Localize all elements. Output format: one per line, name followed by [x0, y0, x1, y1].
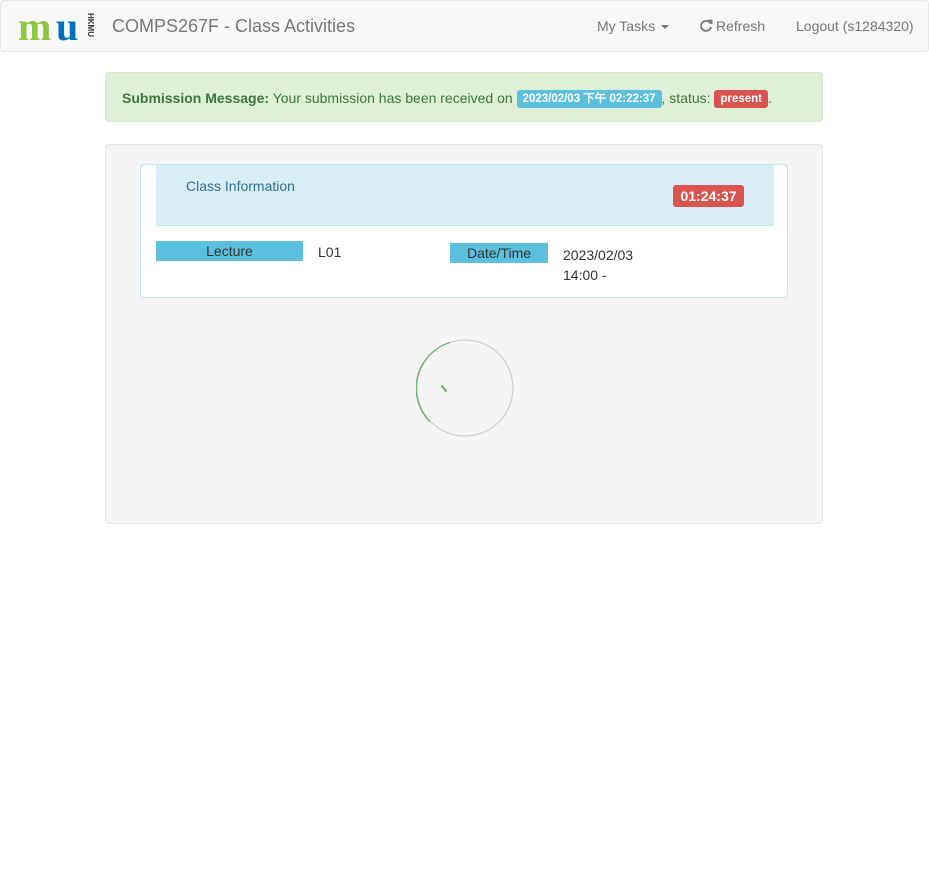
loading-spinner-icon	[416, 339, 514, 437]
refresh-link[interactable]: Refresh	[699, 18, 765, 34]
caret-down-icon	[661, 25, 670, 30]
logo-hkmu-text: HKMU	[86, 13, 95, 37]
status-badge: present	[714, 90, 768, 108]
logo-m: m	[18, 9, 51, 45]
logout-link[interactable]: Logout (s1284320)	[796, 18, 914, 34]
alert-text: Your submission has been received on	[272, 90, 513, 106]
refresh-icon	[700, 19, 713, 32]
countdown-timer: 01:24:37	[673, 185, 744, 207]
date-value: 2023/02/03	[563, 247, 634, 263]
lecture-value: L01	[318, 244, 342, 260]
status-prefix: , status:	[661, 90, 711, 106]
refresh-label: Refresh	[716, 18, 766, 34]
datetime-label: Date/Time	[450, 243, 548, 263]
datetime-value: 2023/02/03 14:00 -	[563, 245, 633, 285]
alert-heading: Submission Message:	[122, 90, 270, 106]
submission-timestamp-badge: 2023/02/03 下午 02:22:37	[516, 90, 662, 108]
logo-u: u	[56, 9, 78, 45]
submission-alert: Submission Message: Your submission has …	[105, 72, 823, 122]
navbar: m u HKMU COMPS267F - Class Activities My…	[0, 0, 929, 52]
time-value: 14:00 -	[563, 267, 607, 283]
class-info-title: Class Information	[186, 178, 295, 194]
hkmu-logo[interactable]: m u HKMU	[18, 9, 102, 45]
my-tasks-dropdown[interactable]: My Tasks	[597, 18, 670, 34]
lecture-label: Lecture	[156, 241, 303, 261]
alert-end: .	[768, 90, 772, 106]
my-tasks-label: My Tasks	[597, 18, 656, 34]
app-title[interactable]: COMPS267F - Class Activities	[112, 16, 355, 37]
